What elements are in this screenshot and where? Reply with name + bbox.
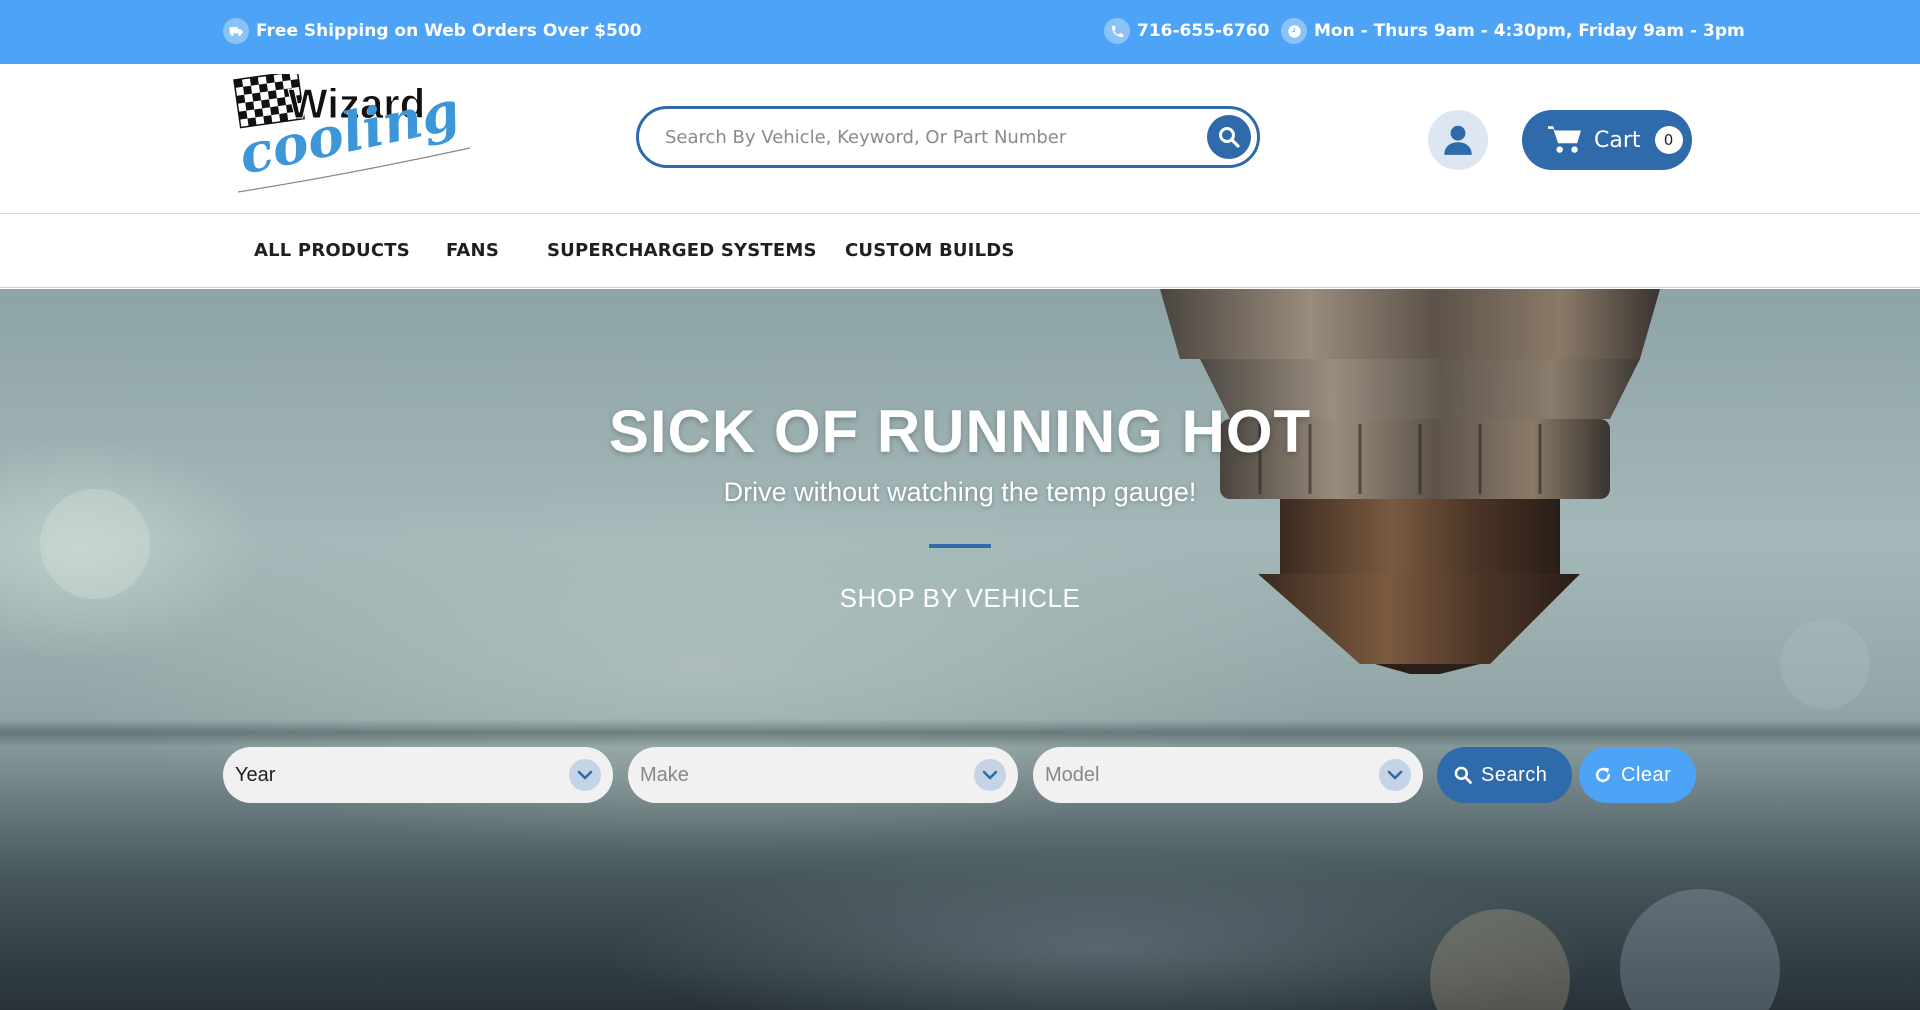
year-select-value: Year bbox=[235, 763, 276, 786]
hero-bokeh bbox=[1430, 909, 1570, 1010]
user-icon bbox=[1444, 125, 1472, 155]
nav-item-custom-builds[interactable]: CUSTOM BUILDS bbox=[845, 240, 1015, 261]
phone-contact[interactable]: 716-655-6760 bbox=[1104, 18, 1269, 44]
hero-bokeh bbox=[1620, 889, 1780, 1010]
shipping-text: Free Shipping on Web Orders Over $500 bbox=[256, 21, 642, 41]
hero-title: SICK OF RUNNING HOT bbox=[608, 398, 1312, 465]
account-button[interactable] bbox=[1428, 110, 1488, 170]
top-info-bar: Free Shipping on Web Orders Over $500 71… bbox=[0, 0, 1920, 64]
shop-by-vehicle-heading: SHOP BY VEHICLE bbox=[839, 583, 1081, 613]
site-search[interactable] bbox=[636, 106, 1260, 168]
wizard-cooling-logo[interactable]: Wizard cooling bbox=[230, 70, 480, 204]
phone-icon bbox=[1104, 18, 1130, 44]
nav-item-all-products[interactable]: ALL PRODUCTS bbox=[254, 240, 410, 261]
hero-subtitle: Drive without watching the temp gauge! bbox=[723, 477, 1197, 507]
cart-button[interactable]: Cart 0 bbox=[1522, 110, 1692, 170]
hero-machine-nozzle bbox=[1140, 289, 1680, 729]
hero-banner: SICK OF RUNNING HOT Drive without watchi… bbox=[0, 289, 1920, 1010]
phone-number[interactable]: 716-655-6760 bbox=[1137, 21, 1269, 41]
search-input[interactable] bbox=[665, 123, 1175, 151]
clock-icon bbox=[1281, 18, 1307, 44]
nav-item-fans[interactable]: FANS bbox=[446, 240, 499, 261]
year-select[interactable]: Year bbox=[223, 747, 613, 803]
vehicle-clear-button[interactable]: Clear bbox=[1579, 747, 1696, 803]
vehicle-clear-label: Clear bbox=[1621, 763, 1672, 786]
search-submit-button[interactable] bbox=[1207, 115, 1251, 159]
cart-count-badge: 0 bbox=[1654, 126, 1683, 154]
model-select[interactable]: Model bbox=[1033, 747, 1423, 803]
vehicle-search-label: Search bbox=[1481, 763, 1548, 786]
cart-label: Cart bbox=[1594, 127, 1641, 153]
site-header: Wizard cooling Cart 0 bbox=[0, 64, 1920, 214]
chevron-down-icon bbox=[1379, 759, 1411, 791]
make-select[interactable]: Make bbox=[628, 747, 1018, 803]
chevron-down-icon bbox=[974, 759, 1006, 791]
hero-bokeh bbox=[1780, 619, 1870, 709]
business-hours: Mon - Thurs 9am - 4:30pm, Friday 9am - 3… bbox=[1281, 18, 1745, 44]
chevron-down-icon bbox=[569, 759, 601, 791]
vehicle-search-button[interactable]: Search bbox=[1437, 747, 1572, 803]
main-navigation: ALL PRODUCTS FANS SUPERCHARGED SYSTEMS C… bbox=[0, 215, 1920, 288]
make-select-value: Make bbox=[640, 763, 689, 786]
truck-icon bbox=[223, 18, 249, 44]
hero-divider bbox=[929, 544, 991, 548]
refresh-icon bbox=[1595, 767, 1611, 783]
shipping-notice: Free Shipping on Web Orders Over $500 bbox=[223, 18, 642, 44]
cart-icon bbox=[1548, 126, 1581, 153]
model-select-value: Model bbox=[1045, 763, 1100, 786]
search-icon bbox=[1454, 766, 1472, 784]
nav-item-supercharged-systems[interactable]: SUPERCHARGED SYSTEMS bbox=[547, 240, 817, 261]
search-icon bbox=[1219, 127, 1240, 148]
hours-text: Mon - Thurs 9am - 4:30pm, Friday 9am - 3… bbox=[1314, 21, 1745, 41]
